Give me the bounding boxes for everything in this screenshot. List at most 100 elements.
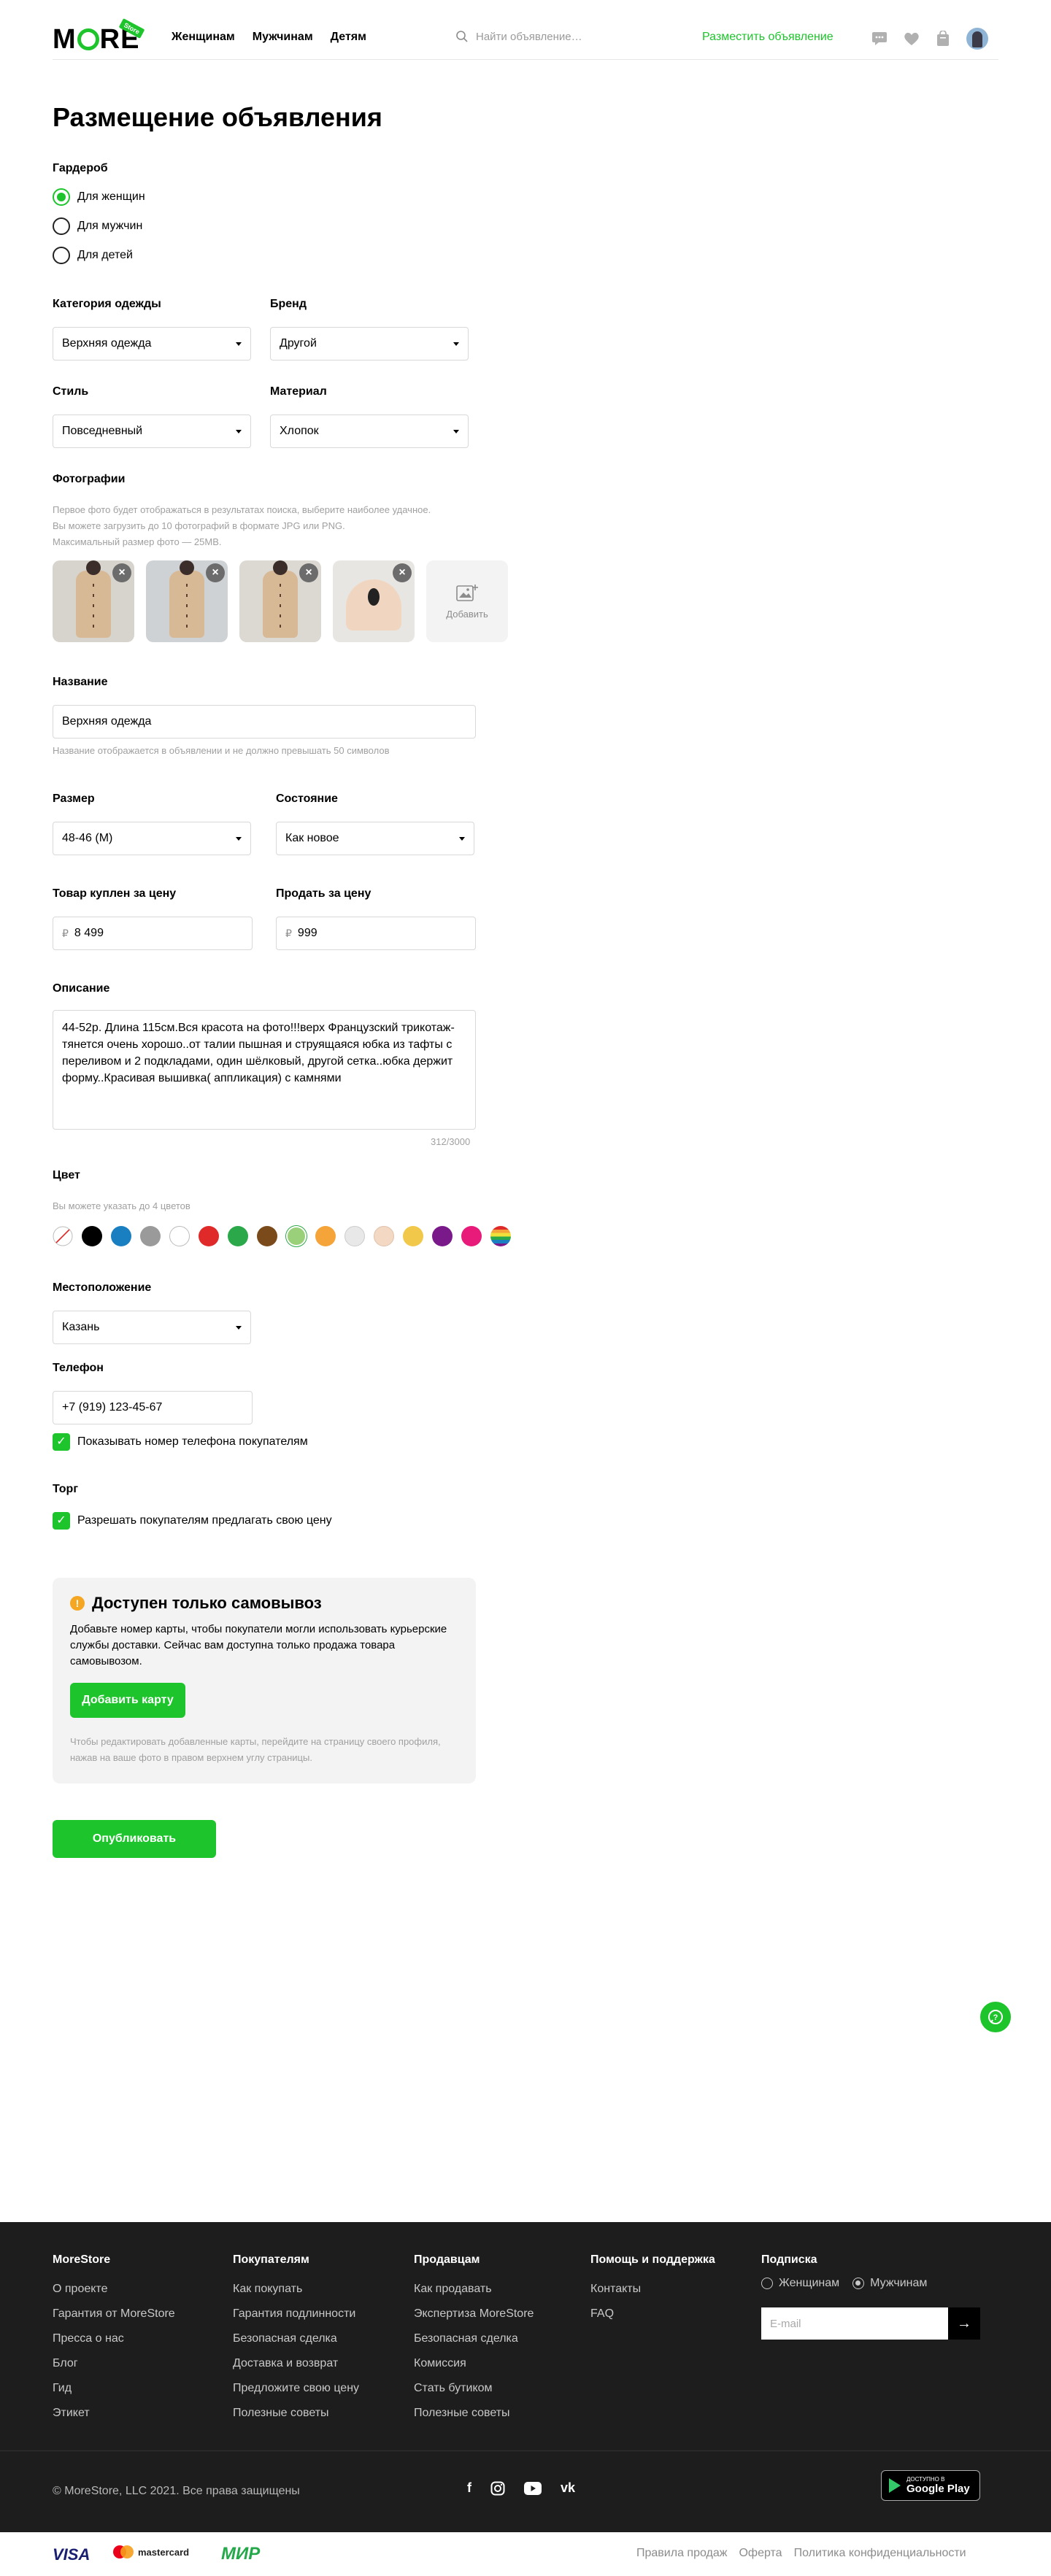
footer-link[interactable]: Доставка и возврат: [233, 2351, 359, 2376]
chat-support-button[interactable]: ?: [978, 2000, 1013, 2035]
search-input[interactable]: [476, 30, 636, 43]
close-icon[interactable]: ×: [393, 563, 412, 582]
color-swatch-red[interactable]: [199, 1226, 219, 1246]
photo-thumbnail[interactable]: ×: [146, 560, 228, 642]
color-swatch-green[interactable]: [228, 1226, 248, 1246]
color-swatch-pink[interactable]: [461, 1226, 482, 1246]
style-select[interactable]: Повседневный: [53, 414, 251, 448]
heart-icon[interactable]: [904, 31, 920, 46]
footer-link[interactable]: Как продавать: [414, 2277, 534, 2302]
radio-women[interactable]: Для женщин: [53, 188, 145, 206]
color-swatch-yellow[interactable]: [403, 1226, 423, 1246]
color-swatch-light-green-selected[interactable]: [286, 1226, 307, 1246]
footer-link[interactable]: Блог: [53, 2351, 175, 2376]
color-swatch-beige[interactable]: [374, 1226, 394, 1246]
legal-link[interactable]: Оферта: [739, 2547, 782, 2560]
add-photo-button[interactable]: Добавить: [426, 560, 508, 642]
color-swatch-black[interactable]: [82, 1226, 102, 1246]
footer-link[interactable]: Стать бутиком: [414, 2376, 534, 2401]
photo-thumbnail[interactable]: ×: [333, 560, 415, 642]
subscribe-radio-women[interactable]: Женщинам: [761, 2277, 839, 2290]
youtube-icon[interactable]: [524, 2481, 542, 2495]
radio-button-checked[interactable]: [53, 188, 70, 206]
nav-women[interactable]: Женщинам: [172, 31, 235, 44]
footer-link[interactable]: Предложите свою цену: [233, 2376, 359, 2401]
phone-input[interactable]: +7 (919) 123-45-67: [53, 1391, 253, 1424]
description-textarea[interactable]: 44-52р. Длина 115см.Вся красота на фото!…: [53, 1010, 476, 1130]
footer-col-subscribe: Подписка Женщинам Мужчинам: [761, 2253, 927, 2290]
svg-text:?: ?: [993, 2013, 998, 2022]
vk-icon[interactable]: vk: [561, 2480, 575, 2496]
allow-bargain-checkbox-row[interactable]: ✓ Разрешать покупателям предлагать свою ц…: [53, 1512, 332, 1530]
brand-select[interactable]: Другой: [270, 327, 469, 360]
google-play-badge[interactable]: ДОСТУПНО В Google Play: [881, 2470, 980, 2501]
color-swatch-brown[interactable]: [257, 1226, 277, 1246]
radio-men[interactable]: Для мужчин: [53, 217, 142, 235]
footer-col-sellers: Продавцам Как продавать Экспертиза MoreS…: [414, 2253, 534, 2426]
color-swatch-gray[interactable]: [140, 1226, 161, 1246]
logo[interactable]: M RE Store: [53, 18, 147, 54]
email-input[interactable]: [761, 2307, 948, 2340]
bought-price-input[interactable]: ₽8 499: [53, 917, 253, 950]
footer-link[interactable]: Полезные советы: [414, 2401, 534, 2426]
publish-button[interactable]: Опубликовать: [53, 1820, 216, 1858]
close-icon[interactable]: ×: [206, 563, 225, 582]
subscribe-button[interactable]: →: [948, 2307, 980, 2340]
footer-link[interactable]: Как покупать: [233, 2277, 359, 2302]
footer-link[interactable]: Безопасная сделка: [414, 2326, 534, 2351]
site-header: MRE Store Женщинам Мужчинам Детям Размес…: [53, 18, 998, 60]
facebook-icon[interactable]: f: [467, 2480, 471, 2496]
radio-button[interactable]: [53, 247, 70, 264]
name-input[interactable]: Верхняя одежда: [53, 705, 476, 739]
footer-link[interactable]: Комиссия: [414, 2351, 534, 2376]
color-swatch-white[interactable]: [169, 1226, 190, 1246]
legal-link[interactable]: Политика конфиденциальности: [794, 2547, 966, 2560]
header-icons: [871, 28, 988, 50]
footer-link[interactable]: Гид: [53, 2376, 175, 2401]
color-swatch-orange[interactable]: [315, 1226, 336, 1246]
footer-link[interactable]: Экспертиза MoreStore: [414, 2302, 534, 2326]
nav-men[interactable]: Мужчинам: [253, 31, 313, 44]
close-icon[interactable]: ×: [299, 563, 318, 582]
footer-link[interactable]: Гарантия от MoreStore: [53, 2302, 175, 2326]
footer-link[interactable]: Безопасная сделка: [233, 2326, 359, 2351]
material-select[interactable]: Хлопок: [270, 414, 469, 448]
radio-button[interactable]: [53, 217, 70, 235]
no-color-swatch[interactable]: [53, 1226, 73, 1246]
color-swatch-blue[interactable]: [111, 1226, 131, 1246]
footer-link[interactable]: Гарантия подлинности: [233, 2302, 359, 2326]
category-select[interactable]: Верхняя одежда: [53, 327, 251, 360]
color-swatch-silver[interactable]: [344, 1226, 365, 1246]
footer-link[interactable]: Этикет: [53, 2401, 175, 2426]
chevron-down-icon: [453, 429, 459, 433]
photo-thumbnail[interactable]: ×: [53, 560, 134, 642]
close-icon[interactable]: ×: [112, 563, 131, 582]
color-swatch-multicolor[interactable]: [490, 1226, 511, 1246]
color-swatch-purple[interactable]: [432, 1226, 453, 1246]
footer-col-help: Помощь и поддержка Контакты FAQ: [590, 2253, 715, 2326]
add-card-button[interactable]: Добавить карту: [70, 1683, 185, 1718]
sell-price-input[interactable]: ₽999: [276, 917, 476, 950]
radio-kids[interactable]: Для детей: [53, 247, 133, 264]
cart-icon[interactable]: [936, 31, 950, 47]
checkbox-checked[interactable]: ✓: [53, 1433, 70, 1451]
subscribe-radio-group: Женщинам Мужчинам: [761, 2277, 927, 2290]
photo-thumbnail[interactable]: ×: [239, 560, 321, 642]
footer-link[interactable]: Полезные советы: [233, 2401, 359, 2426]
post-ad-link[interactable]: Разместить объявление: [702, 31, 834, 44]
subscribe-radio-men[interactable]: Мужчинам: [852, 2277, 927, 2290]
location-select[interactable]: Казань: [53, 1311, 251, 1344]
footer-link[interactable]: Контакты: [590, 2277, 715, 2302]
footer-link[interactable]: Пресса о нас: [53, 2326, 175, 2351]
size-select[interactable]: 48-46 (M): [53, 822, 251, 855]
footer-link[interactable]: FAQ: [590, 2302, 715, 2326]
show-phone-checkbox-row[interactable]: ✓ Показывать номер телефона покупателям: [53, 1433, 308, 1451]
nav-kids[interactable]: Детям: [331, 31, 366, 44]
instagram-icon[interactable]: [490, 2481, 505, 2496]
checkbox-checked[interactable]: ✓: [53, 1512, 70, 1530]
avatar[interactable]: [966, 28, 988, 50]
footer-link[interactable]: О проекте: [53, 2277, 175, 2302]
condition-select[interactable]: Как новое: [276, 822, 474, 855]
messages-icon[interactable]: [871, 31, 888, 46]
legal-link[interactable]: Правила продаж: [636, 2547, 727, 2560]
